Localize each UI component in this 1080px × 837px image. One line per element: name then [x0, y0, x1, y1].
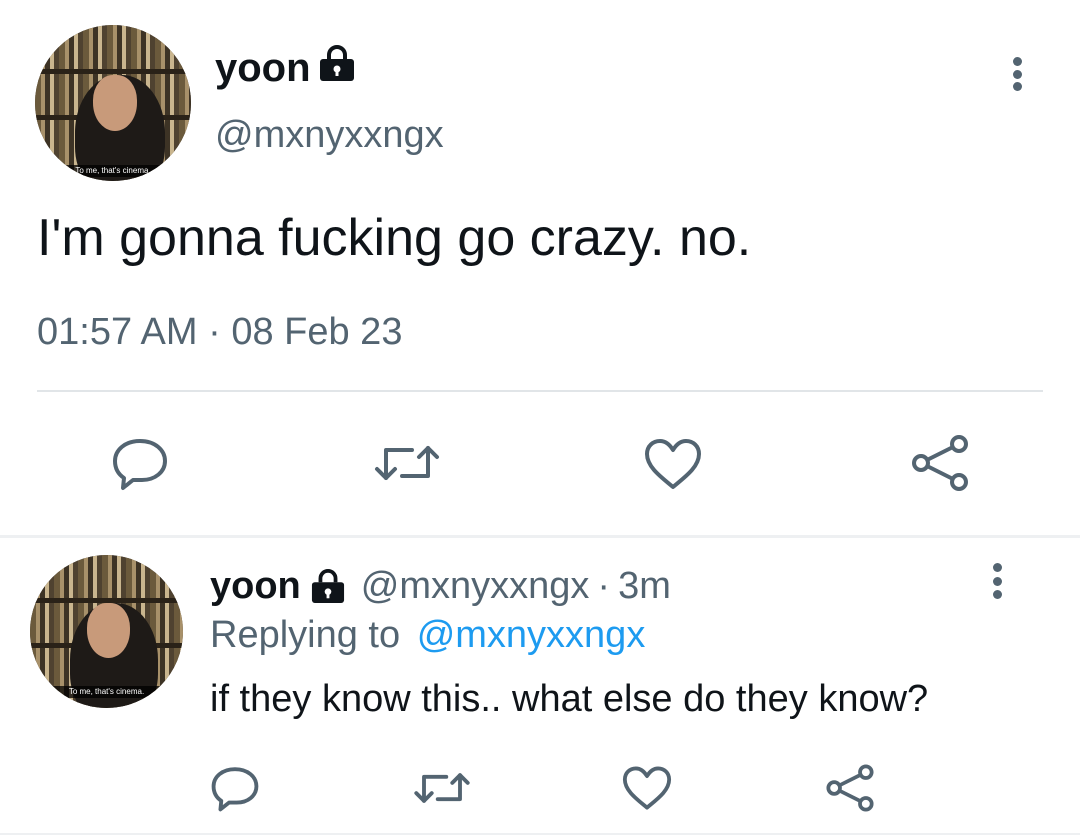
lock-icon [309, 569, 347, 603]
replying-to: Replying to @mxnyxxngx [210, 612, 645, 658]
bottom-divider [0, 833, 1080, 835]
timestamp[interactable]: 01:57 AM · 08 Feb 23 [37, 310, 402, 354]
section-divider [0, 535, 1080, 538]
tweet-text: if they know this.. what else do they kn… [210, 678, 929, 720]
handle[interactable]: @mxnyxxngx [361, 565, 590, 608]
display-name[interactable]: yoon [215, 45, 311, 91]
more-icon[interactable] [987, 563, 1007, 599]
replying-prefix: Replying to [210, 614, 401, 656]
like-icon[interactable] [638, 432, 708, 496]
retweet-icon[interactable] [408, 760, 476, 816]
display-name[interactable]: yoon [210, 565, 301, 608]
reply-icon[interactable] [105, 430, 175, 496]
retweet-icon[interactable] [367, 430, 447, 496]
replying-handle-link[interactable]: @mxnyxxngx [417, 614, 646, 656]
reply-icon[interactable] [205, 760, 265, 816]
separator: · [597, 564, 611, 607]
handle[interactable]: @mxnyxxngx [215, 113, 444, 157]
share-icon[interactable] [905, 430, 975, 496]
lock-icon [317, 45, 357, 81]
avatar[interactable]: To me, that's cinema. [35, 25, 191, 181]
divider [37, 390, 1043, 392]
avatar-caption: To me, that's cinema. [30, 686, 183, 698]
avatar[interactable]: To me, that's cinema. [30, 555, 183, 708]
timestamp[interactable]: 3m [618, 565, 671, 608]
tweet-text: I'm gonna fucking go crazy. no. [37, 209, 752, 267]
share-icon[interactable] [820, 760, 880, 816]
like-icon[interactable] [617, 762, 677, 814]
avatar-caption: To me, that's cinema. [35, 165, 191, 177]
more-icon[interactable] [1007, 57, 1027, 91]
